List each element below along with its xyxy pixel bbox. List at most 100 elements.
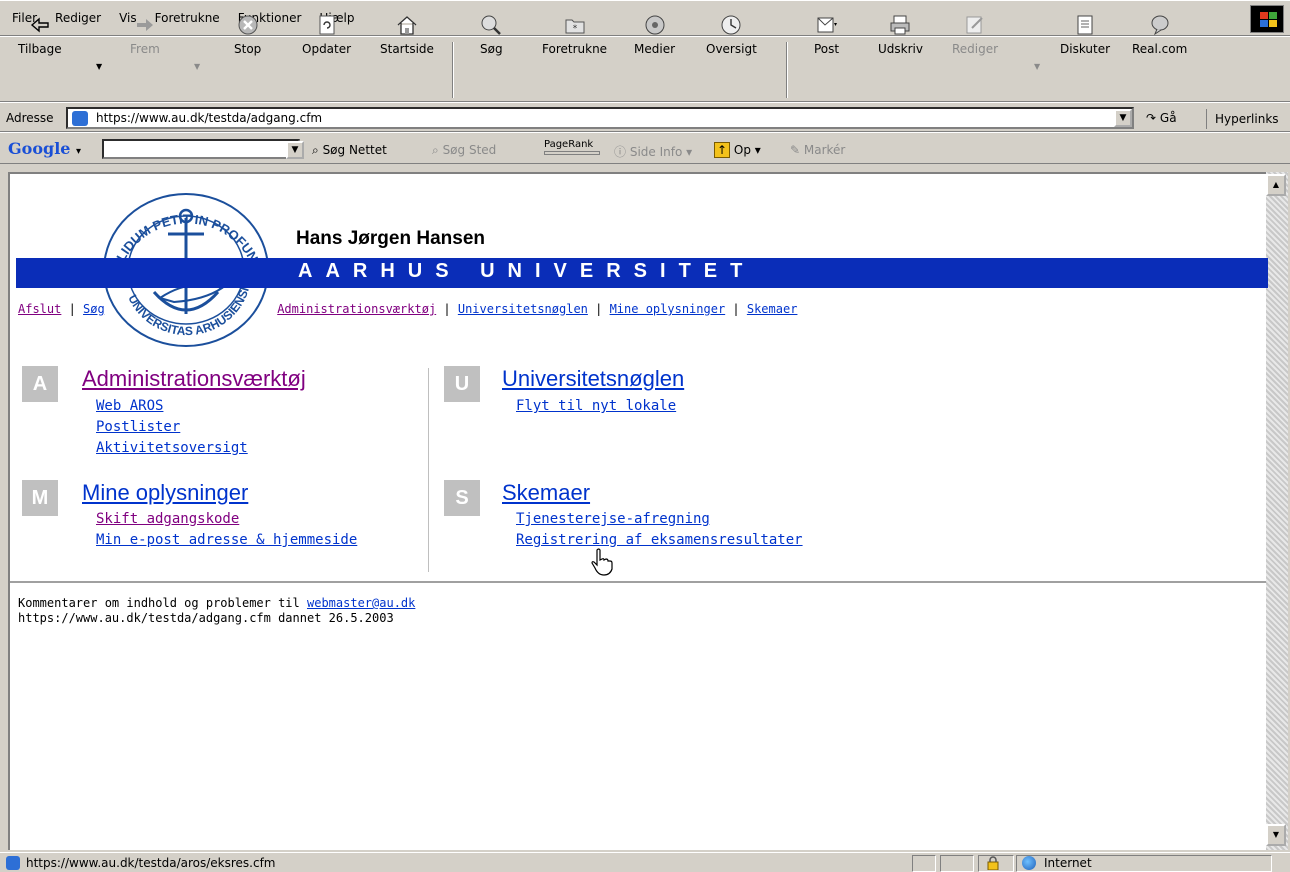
email-homepage-link[interactable]: Min e-post adresse & hjemmeside bbox=[96, 530, 357, 551]
exam-results-link[interactable]: Registrering af eksamensresultater bbox=[516, 530, 803, 551]
nav-forms-link[interactable]: Skemaer bbox=[747, 302, 798, 316]
mail-button[interactable]: Post bbox=[814, 4, 839, 62]
back-dropdown-icon[interactable]: ▼ bbox=[96, 62, 102, 71]
history-button[interactable]: Oversigt bbox=[706, 4, 757, 62]
vertical-scrollbar[interactable]: ▲ ▼ bbox=[1266, 172, 1288, 850]
top-navigation: Afslut | Søg Administrationsværktøj | Un… bbox=[18, 302, 797, 316]
print-label: Udskriv bbox=[878, 42, 923, 56]
folder-up-icon: ↑ bbox=[714, 142, 731, 158]
search-web-label: Søg Nettet bbox=[322, 143, 387, 157]
refresh-button[interactable]: Opdater bbox=[302, 4, 351, 62]
forward-dropdown-icon[interactable]: ▼ bbox=[194, 62, 200, 71]
webmaster-email-link[interactable]: webmaster@au.dk bbox=[307, 596, 415, 610]
scroll-down-icon[interactable]: ▼ bbox=[1266, 824, 1286, 846]
admin-section-title[interactable]: Administrationsværktøj bbox=[82, 366, 306, 392]
forms-links: Tjenesterejse-afregning Registrering af … bbox=[516, 509, 803, 551]
discuss-button[interactable]: Diskuter bbox=[1060, 4, 1110, 62]
highlight-button[interactable]: ✎ Markér bbox=[790, 143, 845, 157]
google-toolbar: Google ▾ ▼ ⌕ Søg Nettet ⌕ Søg Sted PageR… bbox=[0, 132, 1290, 164]
print-button[interactable]: Udskriv bbox=[878, 4, 923, 62]
postlister-link[interactable]: Postlister bbox=[96, 417, 248, 438]
windows-logo-icon bbox=[1250, 5, 1284, 33]
favorites-label: Foretrukne bbox=[542, 42, 608, 56]
nav-admin-link[interactable]: Administrationsværktøj bbox=[277, 302, 436, 316]
go-button[interactable]: ↷ Gå bbox=[1146, 111, 1177, 125]
edit-button[interactable]: Rediger bbox=[952, 4, 998, 62]
back-label: Tilbage bbox=[18, 42, 62, 56]
change-password-link[interactable]: Skift adgangskode bbox=[96, 509, 357, 530]
search-site-button[interactable]: ⌕ Søg Sted bbox=[432, 143, 496, 158]
google-logo[interactable]: Google ▾ bbox=[8, 139, 81, 158]
key-letter-badge: U bbox=[444, 366, 480, 402]
nav-separator: | bbox=[443, 302, 458, 316]
travel-settlement-link[interactable]: Tjenesterejse-afregning bbox=[516, 509, 803, 530]
stop-icon bbox=[238, 15, 258, 35]
key-section-title[interactable]: Universitetsnøglen bbox=[502, 366, 684, 392]
google-search-input[interactable] bbox=[102, 139, 300, 159]
nav-key-link[interactable]: Universitetsnøglen bbox=[458, 302, 588, 316]
university-title: AARHUS UNIVERSITET bbox=[298, 260, 756, 282]
highlighter-icon: ✎ bbox=[790, 143, 801, 157]
info-letter-badge: M bbox=[22, 480, 58, 516]
lock-icon bbox=[987, 856, 999, 870]
forms-section-title[interactable]: Skemaer bbox=[502, 480, 590, 506]
back-button[interactable]: Tilbage bbox=[18, 4, 62, 62]
status-bar: https://www.au.dk/testda/aros/eksres.cfm… bbox=[0, 852, 1290, 872]
search-site-label: Søg Sted bbox=[442, 143, 497, 157]
favorites-button[interactable]: * Foretrukne bbox=[542, 4, 607, 62]
pagerank-indicator[interactable]: PageRank bbox=[544, 139, 600, 155]
forward-button[interactable]: Frem bbox=[130, 4, 160, 62]
media-button[interactable]: Medier bbox=[634, 4, 675, 62]
status-panel bbox=[940, 855, 974, 872]
address-bar: Adresse https://www.au.dk/testda/adgang.… bbox=[0, 102, 1290, 132]
internet-globe-icon bbox=[1022, 856, 1036, 870]
up-label: Op bbox=[733, 143, 751, 157]
home-button[interactable]: Startside bbox=[380, 4, 434, 62]
favorites-folder-icon: * bbox=[565, 19, 585, 34]
history-clock-icon bbox=[721, 15, 741, 35]
info-links: Skift adgangskode Min e-post adresse & h… bbox=[96, 509, 357, 551]
address-dropdown-icon[interactable]: ▼ bbox=[1114, 109, 1132, 127]
search-button[interactable]: Søg bbox=[480, 4, 503, 62]
printer-icon bbox=[890, 15, 910, 35]
up-button[interactable]: ↑ Op ▾ bbox=[714, 142, 761, 158]
nav-logout-link[interactable]: Afslut bbox=[18, 302, 61, 316]
hand-cursor-icon bbox=[591, 548, 613, 576]
menu-favorites[interactable]: Foretrukne bbox=[153, 11, 222, 25]
footer-comment-line: Kommentarer om indhold og problemer til … bbox=[18, 596, 415, 611]
pagerank-bar bbox=[544, 151, 600, 155]
flyt-lokale-link[interactable]: Flyt til nyt lokale bbox=[516, 396, 676, 417]
google-search-dropdown-icon[interactable]: ▼ bbox=[286, 141, 304, 159]
mail-label: Post bbox=[814, 42, 840, 56]
edit-label: Rediger bbox=[952, 42, 999, 56]
page-info-button[interactable]: ⓘ Side Info ▾ bbox=[614, 143, 692, 160]
info-section-title[interactable]: Mine oplysninger bbox=[82, 480, 248, 506]
nav-info-link[interactable]: Mine oplysninger bbox=[610, 302, 726, 316]
search-web-button[interactable]: ⌕ Søg Nettet bbox=[312, 143, 387, 158]
forward-label: Frem bbox=[130, 42, 160, 56]
pagerank-label: PageRank bbox=[544, 139, 594, 150]
web-aros-link[interactable]: Web AROS bbox=[96, 396, 248, 417]
admin-letter-badge: A bbox=[22, 366, 58, 402]
scroll-up-icon[interactable]: ▲ bbox=[1266, 174, 1286, 196]
stop-label: Stop bbox=[234, 42, 262, 56]
info-icon: ⓘ bbox=[614, 145, 627, 159]
mail-icon bbox=[817, 17, 837, 33]
column-divider bbox=[428, 368, 429, 572]
search-globe-icon bbox=[481, 15, 502, 35]
edit-dropdown-icon[interactable]: ▼ bbox=[1034, 62, 1040, 71]
nav-search-link[interactable]: Søg bbox=[83, 302, 105, 316]
address-input[interactable]: https://www.au.dk/testda/adgang.cfm bbox=[66, 107, 1134, 129]
links-button[interactable]: Hyperlinks bbox=[1206, 109, 1279, 129]
go-arrow-icon: ↷ bbox=[1146, 111, 1157, 125]
stop-button[interactable]: Stop bbox=[234, 4, 261, 62]
forms-letter-badge: S bbox=[444, 480, 480, 516]
aktivitetsoversigt-link[interactable]: Aktivitetsoversigt bbox=[96, 438, 248, 459]
ie-page-icon bbox=[6, 856, 20, 870]
page-info-label: Side Info bbox=[629, 145, 683, 159]
realcom-icon bbox=[1151, 15, 1169, 36]
discuss-label: Diskuter bbox=[1060, 42, 1111, 56]
realcom-button[interactable]: Real.com bbox=[1132, 4, 1187, 62]
edit-icon bbox=[966, 16, 983, 34]
address-label: Adresse bbox=[6, 111, 54, 125]
